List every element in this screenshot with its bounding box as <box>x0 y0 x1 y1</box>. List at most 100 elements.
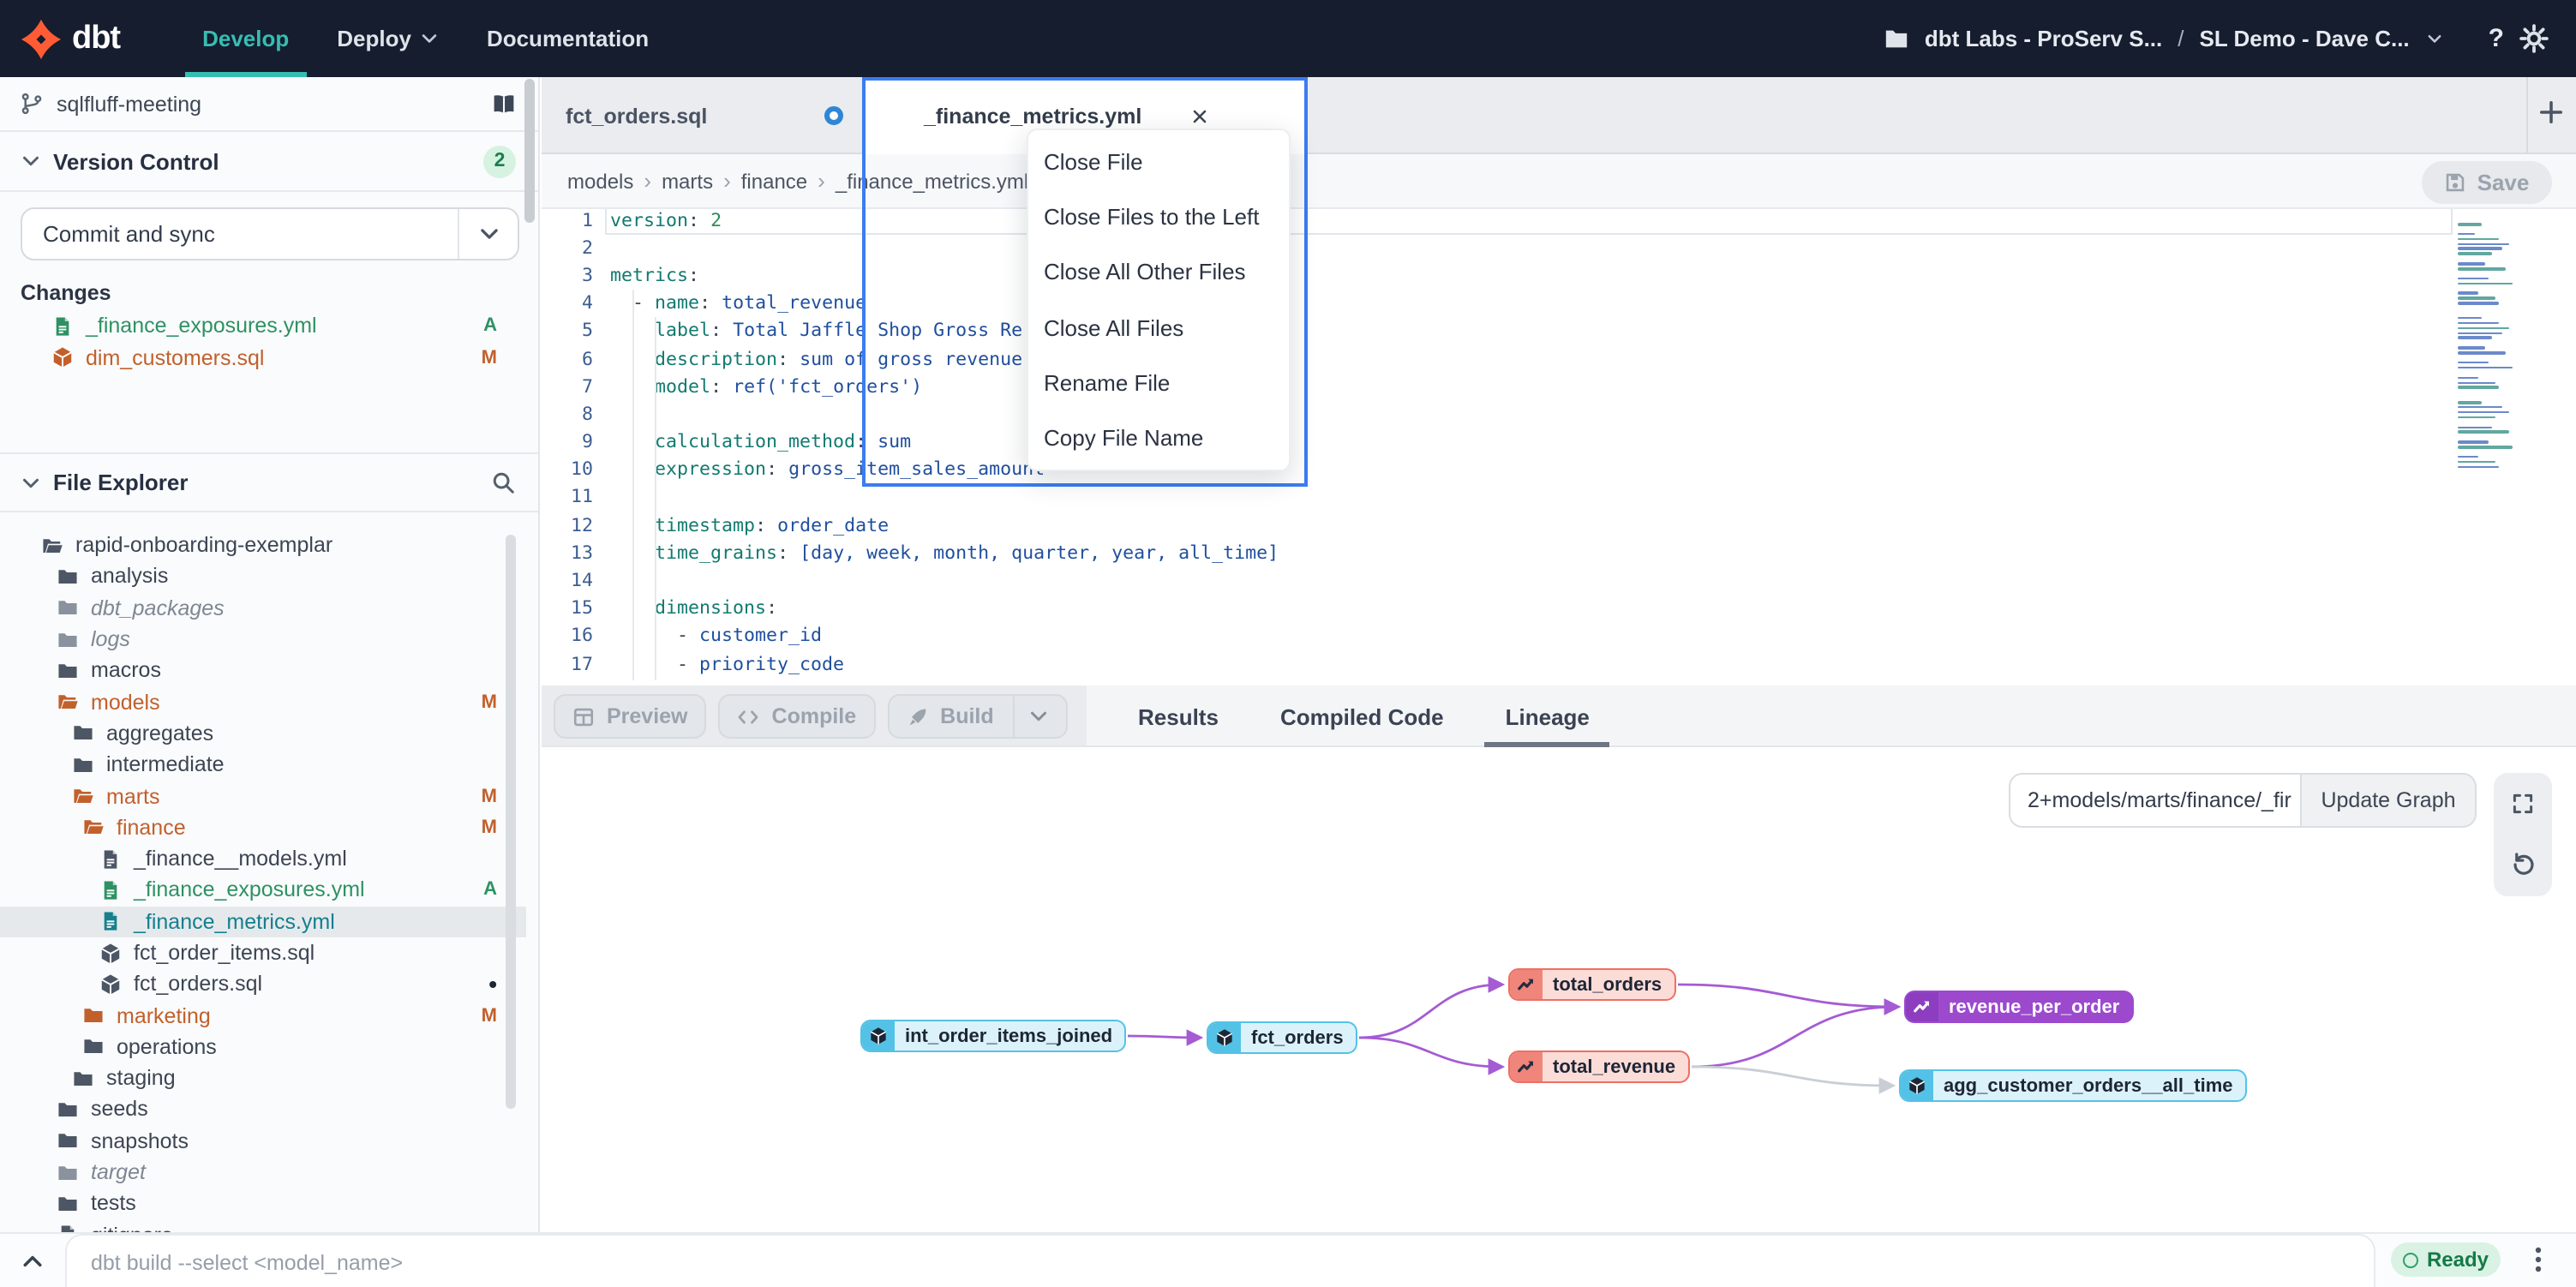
project-name[interactable]: SL Demo - Dave C... <box>2200 26 2410 51</box>
update-graph-button[interactable]: Update Graph <box>2302 773 2477 828</box>
lineage-node-total_revenue[interactable]: total_revenue <box>1508 1051 1689 1083</box>
lineage-node-fct_orders[interactable]: fct_orders <box>1207 1021 1357 1054</box>
command-input[interactable] <box>65 1234 2375 1287</box>
lineage-node-agg_customer_orders__all_time[interactable]: agg_customer_orders__all_time <box>1899 1069 2247 1102</box>
tree-item-_finance_exposures.yml[interactable]: _finance_exposures.ymlA <box>0 875 526 907</box>
lineage-node-int_order_items_joined[interactable]: int_order_items_joined <box>860 1020 1126 1052</box>
line-number: 3 <box>542 262 593 290</box>
close-tab-icon[interactable] <box>1189 105 1210 126</box>
tree-item-finance[interactable]: financeM <box>0 811 526 843</box>
breadcrumb-item[interactable]: marts <box>662 169 713 193</box>
menu-item-copy-file-name[interactable]: Copy File Name <box>1028 410 1289 466</box>
chevron-down-icon <box>21 151 41 171</box>
save-button[interactable]: Save <box>2422 161 2552 204</box>
status-badge: A <box>483 880 497 901</box>
tree-item-_finance__models.yml[interactable]: _finance__models.yml <box>0 843 526 875</box>
tree-item-analysis[interactable]: analysis <box>0 561 526 593</box>
code-editor[interactable]: 1234567891011121314151617 version: 2metr… <box>542 209 2576 685</box>
reset-view-icon[interactable] <box>2510 853 2536 878</box>
tree-item-_finance_metrics.yml[interactable]: _finance_metrics.yml <box>0 906 526 937</box>
preview-button[interactable]: Preview <box>554 694 707 739</box>
folder-open-icon <box>82 817 105 839</box>
docs-book-icon[interactable] <box>490 92 518 116</box>
fullscreen-icon[interactable] <box>2511 792 2535 816</box>
unsaved-dot-icon[interactable] <box>824 106 843 125</box>
build-button[interactable]: Build <box>887 694 1068 739</box>
tree-item-seeds[interactable]: seeds <box>0 1094 526 1126</box>
nav-link-documentation[interactable]: Documentation <box>463 0 673 77</box>
menu-item-close-all-files[interactable]: Close All Files <box>1028 300 1289 356</box>
line-number: 9 <box>542 428 593 456</box>
tree-item-fct_order_items.sql[interactable]: fct_order_items.sql <box>0 937 526 969</box>
dbt-logo[interactable]: dbt <box>21 18 120 59</box>
panel-tab-compiled-code[interactable]: Compiled Code <box>1249 685 1475 747</box>
tree-item-macros[interactable]: macros <box>0 655 526 686</box>
tree-item-models[interactable]: modelsM <box>0 686 526 718</box>
folder-icon <box>72 753 94 775</box>
folder-icon <box>72 722 94 745</box>
status-badge: M <box>482 786 497 806</box>
tree-item-snapshots[interactable]: snapshots <box>0 1125 526 1157</box>
sidebar-scrollbar[interactable] <box>524 79 535 223</box>
tree-item-staging[interactable]: staging <box>0 1063 526 1094</box>
tab-fct-orders[interactable]: fct_orders.sql <box>566 77 707 154</box>
changed-file-_finance_exposures.yml[interactable]: _finance_exposures.ymlA <box>0 310 526 342</box>
file-explorer-header[interactable]: File Explorer <box>0 452 538 512</box>
menu-item-close-files-to-the-left[interactable]: Close Files to the Left <box>1028 189 1289 245</box>
menu-item-close-all-other-files[interactable]: Close All Other Files <box>1028 244 1289 300</box>
breadcrumb-item[interactable]: _finance_metrics.yml <box>836 169 1028 193</box>
lineage-selector-input[interactable] <box>2009 773 2302 828</box>
doc-icon <box>99 879 122 901</box>
tree-item-intermediate[interactable]: intermediate <box>0 749 526 781</box>
folder-icon <box>57 1098 79 1121</box>
nav-link-develop[interactable]: Develop <box>178 0 313 77</box>
tree-item-logs[interactable]: logs <box>0 624 526 655</box>
changed-file-dim_customers.sql[interactable]: dim_customers.sqlM <box>0 342 526 374</box>
lineage-node-revenue_per_order[interactable]: revenue_per_order <box>1904 991 2133 1023</box>
grid-icon <box>572 705 595 727</box>
tree-item-marts[interactable]: martsM <box>0 781 526 812</box>
help-icon[interactable]: ? <box>2489 24 2504 53</box>
tree-item-target[interactable]: target <box>0 1157 526 1188</box>
line-number: 13 <box>542 540 593 567</box>
commit-and-sync-button[interactable]: Commit and sync <box>21 207 519 260</box>
panel-tab-results[interactable]: Results <box>1107 685 1249 747</box>
file-tree-scrollbar[interactable] <box>506 535 516 1109</box>
line-number: 6 <box>542 345 593 373</box>
status-badge: Ready <box>2391 1242 2501 1277</box>
tree-item-tests[interactable]: tests <box>0 1188 526 1219</box>
commit-options-chevron[interactable] <box>458 209 518 259</box>
breadcrumb: models›marts›finance›_finance_metrics.ym… <box>567 168 1028 194</box>
build-options-chevron[interactable] <box>1013 696 1049 737</box>
tree-item-marketing[interactable]: marketingM <box>0 1000 526 1032</box>
code-minimap[interactable] <box>2458 223 2516 470</box>
cube-icon <box>1208 1023 1241 1052</box>
tree-item-fct_orders.sql[interactable]: fct_orders.sql• <box>0 968 526 1000</box>
new-tab-button[interactable] <box>2538 99 2564 125</box>
tree-item-rapid-onboarding-exemplar[interactable]: rapid-onboarding-exemplar <box>0 530 526 561</box>
project-chevron-down-icon[interactable] <box>2425 29 2444 48</box>
tree-item-operations[interactable]: operations <box>0 1032 526 1063</box>
tree-item-aggregates[interactable]: aggregates <box>0 718 526 750</box>
breadcrumb-separator: › <box>818 168 825 194</box>
lineage-node-total_orders[interactable]: total_orders <box>1508 968 1675 1001</box>
account-name[interactable]: dbt Labs - ProServ S... <box>1925 26 2162 51</box>
panel-tab-lineage[interactable]: Lineage <box>1475 685 1620 747</box>
version-control-header[interactable]: Version Control 2 <box>0 132 538 192</box>
breadcrumb-item[interactable]: models <box>567 169 633 193</box>
changes-list: _finance_exposures.ymlAdim_customers.sql… <box>0 310 526 374</box>
git-branch-row[interactable]: sqlfluff-meeting <box>0 77 538 132</box>
dbt-cloud-ide: dbt DevelopDeployDocumentation dbt Labs … <box>0 0 2576 1287</box>
menu-item-rename-file[interactable]: Rename File <box>1028 355 1289 410</box>
gear-icon[interactable] <box>2519 24 2549 53</box>
chevron-up-icon[interactable] <box>21 1249 45 1273</box>
compile-button[interactable]: Compile <box>719 694 876 739</box>
tree-item-dbt_packages[interactable]: dbt_packages <box>0 592 526 624</box>
line-number: 8 <box>542 401 593 428</box>
save-label: Save <box>2477 170 2530 195</box>
menu-item-close-file[interactable]: Close File <box>1028 134 1289 189</box>
search-icon[interactable] <box>490 470 516 495</box>
kebab-menu-icon[interactable] <box>2526 1244 2550 1275</box>
nav-link-deploy[interactable]: Deploy <box>313 0 463 77</box>
breadcrumb-item[interactable]: finance <box>741 169 807 193</box>
